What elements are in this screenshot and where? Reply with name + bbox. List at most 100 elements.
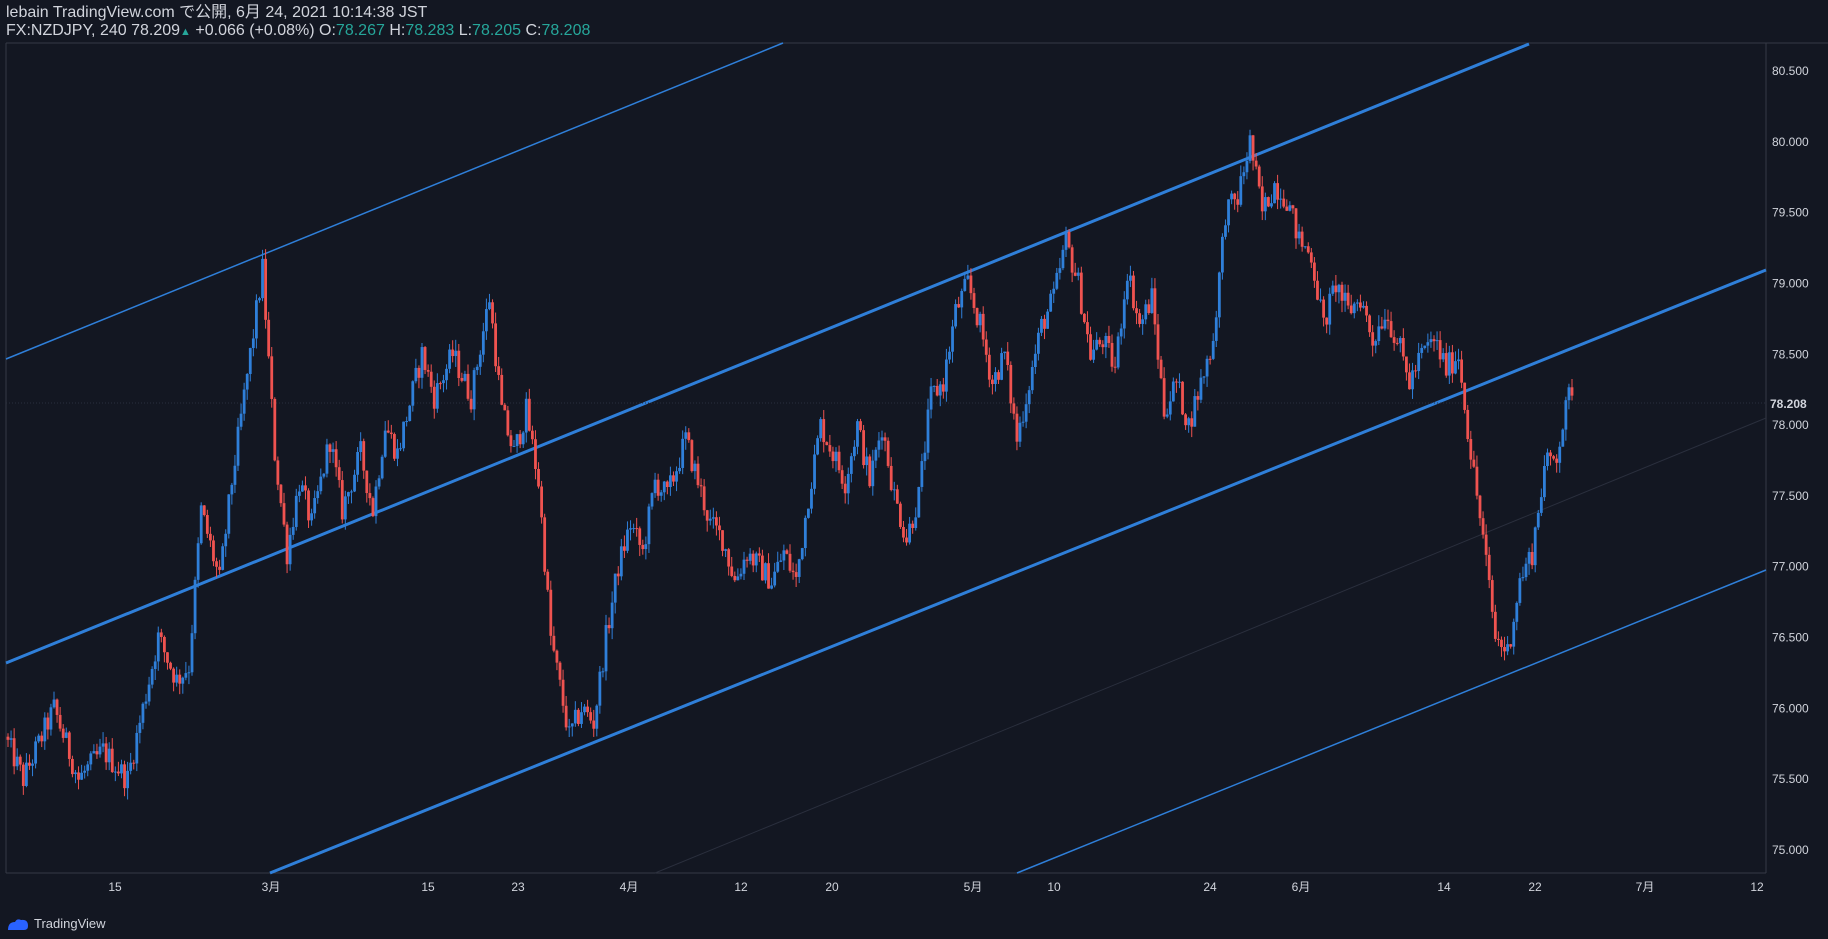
chart[interactable]: 75.000 75.500 76.000 76.500 77.000 77.500 78.0… (0, 0, 1828, 939)
candle-body (313, 498, 317, 514)
open-label: O: (319, 22, 336, 39)
candle-body (242, 389, 246, 414)
candle-body (1003, 351, 1007, 354)
candle-body (561, 679, 565, 706)
candle-body (138, 722, 142, 733)
candle-body (337, 467, 341, 481)
candle-body (669, 475, 672, 488)
candle-body (1297, 231, 1301, 239)
candle-body (334, 449, 338, 468)
candle-body (1242, 172, 1246, 177)
candle-body (868, 456, 872, 487)
open-value: 78.267 (335, 22, 385, 39)
candle-body (1040, 318, 1043, 333)
candle-body (1309, 252, 1313, 263)
candle-body (301, 485, 304, 492)
time-tick-label: 14 (1437, 880, 1451, 894)
candle-body (895, 489, 899, 504)
candle-body (1184, 414, 1187, 426)
candle-body (353, 474, 356, 492)
candle-body (129, 762, 133, 771)
candle-body (1549, 452, 1552, 457)
low-label: L: (458, 22, 473, 39)
plot-area (6, 43, 1766, 873)
candle-body (1383, 319, 1387, 329)
candle-body (1530, 552, 1534, 566)
candle-body (610, 602, 614, 629)
candle-body (1454, 361, 1457, 374)
time-axis[interactable]: 15 3月 15 23 4月 12 20 5月 10 24 6月 14 22 7月 12 (108, 880, 1764, 894)
candle-body (21, 764, 25, 786)
footer-brand-label: TradingView (34, 916, 106, 931)
candle-body (1414, 370, 1417, 372)
candle-body (411, 381, 415, 406)
candle-body (1490, 580, 1494, 612)
time-tick-label: 12 (734, 880, 748, 894)
symbol-name[interactable]: FX:NZDJPY, 240 (6, 22, 127, 39)
candle-body (328, 444, 332, 452)
candle-body (67, 732, 71, 759)
candle-body (488, 302, 491, 310)
price-tick-label: 78.000 (1772, 418, 1809, 432)
candle-body (1432, 339, 1436, 342)
candle-body (718, 525, 721, 531)
candle-body (472, 370, 476, 410)
candle-body (1527, 552, 1531, 564)
candle-body (1374, 341, 1378, 346)
candle-body (1355, 302, 1359, 304)
candle-body (696, 463, 700, 486)
candle-body (1135, 308, 1138, 314)
price-tick-label: 80.500 (1772, 64, 1809, 78)
time-tick-label: 4月 (620, 880, 639, 894)
candle-body (1285, 206, 1289, 211)
candle-body (494, 323, 497, 367)
candle-body (1009, 364, 1013, 404)
candle-body (1058, 268, 1062, 273)
price-tick-label: 77.000 (1772, 560, 1809, 574)
candle-body (1493, 611, 1497, 639)
candle-body (233, 465, 237, 485)
candle-body (1199, 377, 1203, 400)
candle-body (1165, 414, 1169, 417)
candle-body (1067, 231, 1071, 248)
time-tick-label: 5月 (964, 880, 983, 894)
candle-body (537, 468, 540, 487)
candle-body (491, 302, 494, 324)
price-axis[interactable]: 75.000 75.500 76.000 76.500 77.000 77.500 78.0… (1772, 64, 1809, 857)
candle-body (64, 732, 68, 738)
candle-body (549, 589, 553, 636)
candle-body (166, 652, 169, 663)
candle-body (573, 709, 577, 724)
footer-brand[interactable]: TradingView (6, 916, 106, 931)
candle-body (819, 419, 823, 439)
candle-body (1217, 272, 1221, 318)
candle-body (1420, 347, 1424, 353)
candle-body (911, 523, 915, 528)
candle-body (1506, 644, 1509, 652)
candle-body (527, 398, 531, 431)
candle-body (665, 481, 669, 488)
candle-body (577, 709, 580, 724)
candle-body (255, 300, 258, 339)
candle-body (1484, 534, 1488, 555)
candle-body (1000, 353, 1003, 380)
candle-body (748, 553, 752, 561)
candle-body (902, 526, 905, 538)
candle-body (1211, 340, 1215, 359)
candle-body (583, 706, 586, 713)
candle-body (454, 350, 458, 357)
candle-body (598, 671, 602, 706)
candle-body (1089, 334, 1092, 360)
candle-body (135, 732, 139, 764)
candle-body (1362, 305, 1365, 308)
candle-body (435, 383, 439, 409)
candle-body (715, 517, 718, 526)
symbol-legend[interactable]: FX:NZDJPY, 240 78.209▲ +0.066 (+0.08%) O… (6, 22, 590, 41)
publish-info: lebain TradingView.com で公開, 6月 24, 2021 … (6, 4, 428, 21)
candle-body (426, 369, 430, 372)
candle-body (304, 485, 307, 491)
price-tick-label: 79.000 (1772, 276, 1809, 290)
candle-body (779, 560, 783, 562)
candle-body (1129, 275, 1132, 281)
candle-body (788, 553, 792, 571)
